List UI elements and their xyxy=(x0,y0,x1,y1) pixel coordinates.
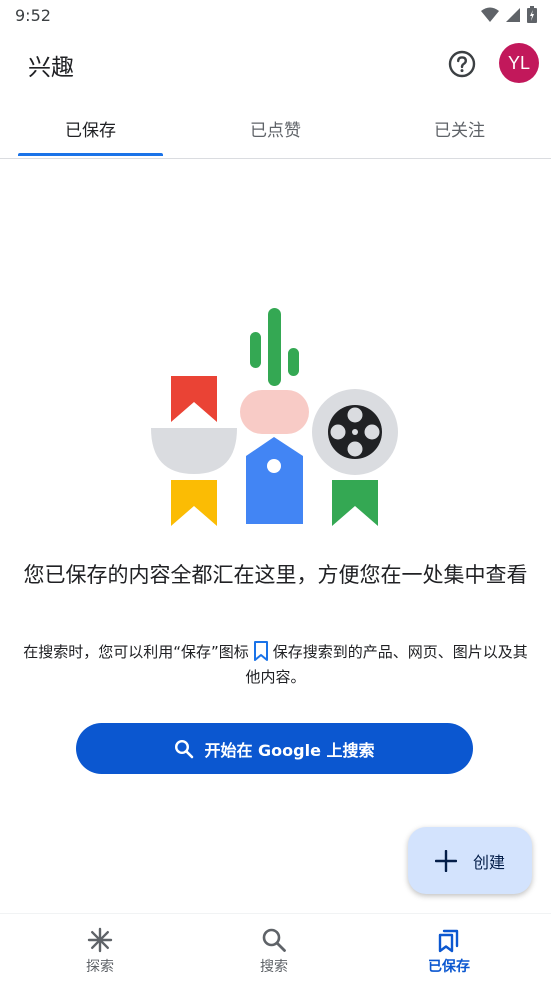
help-icon xyxy=(448,50,476,78)
bookmark-icon xyxy=(253,641,268,661)
page-title: 兴趣 xyxy=(28,55,74,81)
empty-state-desc-part1: 在搜索时，您可以利用“保存”图标 xyxy=(23,643,249,661)
app-bar: 兴趣 YL xyxy=(0,32,551,96)
asterisk-icon xyxy=(87,927,113,953)
tab-liked[interactable]: 已点赞 xyxy=(185,100,366,156)
help-button[interactable] xyxy=(447,49,477,79)
wifi-icon xyxy=(481,7,499,22)
nav-explore-label: 探索 xyxy=(86,959,114,975)
nav-saved-label: 已保存 xyxy=(428,959,470,975)
bottom-navigation: 探索 搜索 已保存 xyxy=(0,913,551,983)
start-search-button[interactable]: 开始在 Google 上搜索 xyxy=(76,723,473,774)
status-icons xyxy=(481,6,537,23)
nav-explore[interactable]: 探索 xyxy=(40,914,160,983)
avatar[interactable]: YL xyxy=(499,43,539,83)
tab-indicator xyxy=(18,153,163,156)
tab-saved[interactable]: 已保存 xyxy=(0,100,181,156)
create-label: 创建 xyxy=(472,852,505,872)
nav-search[interactable]: 搜索 xyxy=(214,914,334,983)
battery-icon xyxy=(527,6,537,23)
empty-state-title: 您已保存的内容全都汇在这里，方便您在一处集中查看 xyxy=(23,563,528,587)
tab-following[interactable]: 已关注 xyxy=(369,100,550,156)
empty-state-desc-part2: 保存搜索到的产品、网页、图片以及其他内容。 xyxy=(245,643,528,686)
search-icon xyxy=(175,739,194,758)
nav-saved[interactable]: 已保存 xyxy=(389,914,509,983)
nav-search-label: 搜索 xyxy=(260,959,288,975)
search-icon xyxy=(262,928,286,952)
tab-bar: 已保存 已点赞 已关注 xyxy=(0,100,551,159)
start-search-label: 开始在 Google 上搜索 xyxy=(204,740,375,760)
signal-icon xyxy=(506,7,520,22)
status-bar: 9:52 xyxy=(0,0,551,32)
saved-collection-icon xyxy=(438,929,459,953)
plus-icon xyxy=(434,849,457,872)
status-time: 9:52 xyxy=(15,6,51,25)
empty-state-description: 在搜索时，您可以利用“保存”图标 保存搜索到的产品、网页、图片以及其他内容。 xyxy=(20,640,531,690)
empty-state-illustration xyxy=(151,308,398,526)
create-fab[interactable]: 创建 xyxy=(408,827,532,894)
